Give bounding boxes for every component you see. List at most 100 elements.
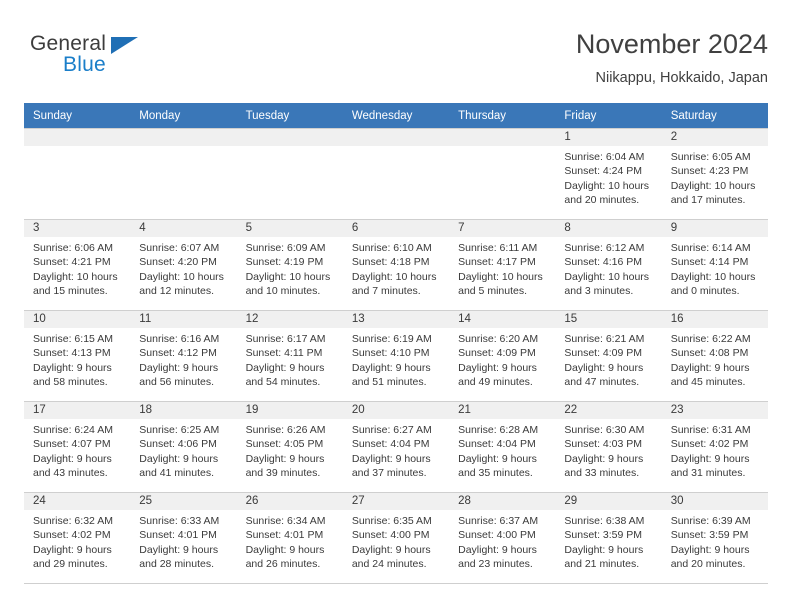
daylight-text: Daylight: 9 hours and 21 minutes. [564, 543, 644, 570]
day-details: Sunrise: 6:27 AM Sunset: 4:04 PM Daylight:… [343, 419, 449, 480]
day-details: Sunrise: 6:16 AM Sunset: 4:12 PM Daylight:… [130, 328, 236, 389]
sunset-text: Sunset: 4:14 PM [670, 256, 749, 269]
sunset-text: Sunset: 4:00 PM [351, 529, 430, 542]
day-number [449, 129, 556, 146]
calendar-day-cell[interactable]: 16 Sunrise: 6:22 AM Sunset: 4:08 PM Dayligh… [661, 310, 768, 402]
calendar-day-cell[interactable]: 24 Sunrise: 6:32 AM Sunset: 4:02 PM Dayligh… [24, 492, 131, 584]
day-number: 18 [130, 402, 237, 419]
day-details: Sunrise: 6:30 AM Sunset: 4:03 PM Daylight:… [555, 419, 661, 480]
calendar-day-cell[interactable]: 26 Sunrise: 6:34 AM Sunset: 4:01 PM Dayligh… [236, 492, 343, 584]
sunset-text: Sunset: 4:19 PM [245, 256, 324, 269]
sunrise-text: Sunrise: 6:10 AM [351, 242, 432, 254]
calendar-day-cell[interactable]: 8 Sunrise: 6:12 AM Sunset: 4:16 PM Daylight… [555, 219, 662, 311]
sunset-text: Sunset: 4:21 PM [33, 256, 111, 269]
sunrise-text: Sunrise: 6:04 AM [564, 151, 645, 163]
calendar-day-cell[interactable]: 10 Sunrise: 6:15 AM Sunset: 4:13 PM Dayligh… [24, 310, 131, 402]
sunset-text: Sunset: 4:01 PM [139, 529, 217, 542]
calendar-day-cell[interactable]: 30 Sunrise: 6:39 AM Sunset: 3:59 PM Dayligh… [661, 492, 768, 584]
calendar-day-cell[interactable]: 7 Sunrise: 6:11 AM Sunset: 4:17 PM Daylight… [449, 219, 556, 311]
title-block: November 2024 Niikappu, Hokkaido, Japan [576, 28, 768, 88]
sunset-text: Sunset: 4:09 PM [458, 347, 536, 360]
day-details: Sunrise: 6:26 AM Sunset: 4:05 PM Daylight:… [237, 419, 343, 480]
calendar-week-row: 10 Sunrise: 6:15 AM Sunset: 4:13 PM Dayligh… [24, 310, 768, 402]
day-details: Sunrise: 6:28 AM Sunset: 4:04 PM Daylight:… [449, 419, 555, 480]
day-details: Sunrise: 6:15 AM Sunset: 4:13 PM Daylight:… [24, 328, 130, 389]
sunrise-text: Sunrise: 6:21 AM [564, 333, 645, 345]
daylight-text: Daylight: 10 hours and 10 minutes. [245, 270, 331, 297]
calendar-page: General Blue November 2024 Niikappu, Hok… [0, 0, 792, 612]
calendar-day-cell[interactable]: 15 Sunrise: 6:21 AM Sunset: 4:09 PM Dayligh… [555, 310, 662, 402]
day-details: Sunrise: 6:37 AM Sunset: 4:00 PM Daylight:… [449, 510, 555, 571]
day-details: Sunrise: 6:35 AM Sunset: 4:00 PM Daylight:… [343, 510, 449, 571]
calendar-cell-empty [24, 128, 131, 220]
calendar-day-cell[interactable]: 17 Sunrise: 6:24 AM Sunset: 4:07 PM Dayligh… [24, 401, 131, 493]
calendar-day-cell[interactable]: 22 Sunrise: 6:30 AM Sunset: 4:03 PM Dayligh… [555, 401, 662, 493]
weekday-header-saturday: Saturday [661, 103, 768, 129]
day-details: Sunrise: 6:04 AM Sunset: 4:24 PM Daylight:… [555, 146, 661, 207]
sunset-text: Sunset: 4:24 PM [564, 165, 643, 178]
calendar-day-cell[interactable]: 3 Sunrise: 6:06 AM Sunset: 4:21 PM Daylight… [24, 219, 131, 311]
daylight-text: Daylight: 9 hours and 29 minutes. [33, 543, 112, 570]
daylight-text: Daylight: 9 hours and 39 minutes. [245, 452, 325, 479]
calendar-day-cell[interactable]: 1 Sunrise: 6:04 AM Sunset: 4:24 PM Daylight… [555, 128, 662, 220]
sunrise-text: Sunrise: 6:31 AM [670, 424, 751, 436]
sunrise-text: Sunrise: 6:28 AM [458, 424, 539, 436]
calendar-day-cell[interactable]: 12 Sunrise: 6:17 AM Sunset: 4:11 PM Dayligh… [236, 310, 343, 402]
day-number: 6 [342, 220, 450, 237]
general-blue-logo[interactable]: General Blue [30, 32, 230, 92]
calendar-day-cell[interactable]: 5 Sunrise: 6:09 AM Sunset: 4:19 PM Daylight… [236, 219, 343, 311]
day-number: 4 [130, 220, 237, 237]
calendar-day-cell[interactable]: 21 Sunrise: 6:28 AM Sunset: 4:04 PM Dayligh… [449, 401, 556, 493]
sunset-text: Sunset: 4:03 PM [564, 438, 643, 451]
day-details: Sunrise: 6:31 AM Sunset: 4:02 PM Daylight:… [662, 419, 768, 480]
calendar-day-cell[interactable]: 29 Sunrise: 6:38 AM Sunset: 3:59 PM Dayligh… [555, 492, 662, 584]
sunrise-text: Sunrise: 6:20 AM [458, 333, 539, 345]
daylight-text: Daylight: 9 hours and 33 minutes. [564, 452, 644, 479]
calendar-week-row: 24 Sunrise: 6:32 AM Sunset: 4:02 PM Dayligh… [24, 492, 768, 584]
calendar-cell-empty [130, 128, 237, 220]
daylight-text: Daylight: 10 hours and 5 minutes. [458, 270, 543, 297]
logo-triangle-icon [111, 37, 138, 54]
daylight-text: Daylight: 9 hours and 45 minutes. [670, 361, 750, 388]
day-details: Sunrise: 6:09 AM Sunset: 4:19 PM Daylight:… [237, 237, 343, 298]
calendar-day-cell[interactable]: 4 Sunrise: 6:07 AM Sunset: 4:20 PM Daylight… [130, 219, 237, 311]
calendar-day-cell[interactable]: 6 Sunrise: 6:10 AM Sunset: 4:18 PM Daylight… [342, 219, 450, 311]
sunset-text: Sunset: 4:20 PM [139, 256, 217, 269]
day-number: 16 [661, 311, 768, 328]
sunrise-text: Sunrise: 6:11 AM [458, 242, 538, 254]
calendar-day-cell[interactable]: 23 Sunrise: 6:31 AM Sunset: 4:02 PM Dayligh… [661, 401, 768, 493]
calendar-day-cell[interactable]: 27 Sunrise: 6:35 AM Sunset: 4:00 PM Dayligh… [342, 492, 450, 584]
calendar-day-cell[interactable]: 2 Sunrise: 6:05 AM Sunset: 4:23 PM Daylight… [661, 128, 768, 220]
day-details: Sunrise: 6:10 AM Sunset: 4:18 PM Daylight:… [343, 237, 449, 298]
calendar-day-cell[interactable]: 25 Sunrise: 6:33 AM Sunset: 4:01 PM Dayligh… [130, 492, 237, 584]
day-number: 24 [24, 493, 131, 510]
day-number: 25 [130, 493, 237, 510]
day-details: Sunrise: 6:32 AM Sunset: 4:02 PM Daylight:… [24, 510, 130, 571]
calendar-day-cell[interactable]: 14 Sunrise: 6:20 AM Sunset: 4:09 PM Dayligh… [449, 310, 556, 402]
day-number: 19 [236, 402, 343, 419]
sunrise-text: Sunrise: 6:16 AM [139, 333, 220, 345]
sunset-text: Sunset: 4:02 PM [33, 529, 111, 542]
daylight-text: Daylight: 9 hours and 24 minutes. [351, 543, 431, 570]
calendar-week-row: 3 Sunrise: 6:06 AM Sunset: 4:21 PM Daylight… [24, 219, 768, 311]
calendar-day-cell[interactable]: 28 Sunrise: 6:37 AM Sunset: 4:00 PM Dayligh… [449, 492, 556, 584]
daylight-text: Daylight: 9 hours and 47 minutes. [564, 361, 644, 388]
daylight-text: Daylight: 9 hours and 41 minutes. [139, 452, 219, 479]
sunset-text: Sunset: 4:11 PM [245, 347, 323, 360]
calendar-day-cell[interactable]: 20 Sunrise: 6:27 AM Sunset: 4:04 PM Dayligh… [342, 401, 450, 493]
day-details: Sunrise: 6:07 AM Sunset: 4:20 PM Daylight:… [130, 237, 236, 298]
sunrise-text: Sunrise: 6:35 AM [351, 515, 432, 527]
calendar-day-cell[interactable]: 11 Sunrise: 6:16 AM Sunset: 4:12 PM Dayligh… [130, 310, 237, 402]
calendar-day-cell[interactable]: 9 Sunrise: 6:14 AM Sunset: 4:14 PM Daylight… [661, 219, 768, 311]
sunrise-text: Sunrise: 6:06 AM [33, 242, 113, 254]
day-number: 3 [24, 220, 131, 237]
sunrise-text: Sunrise: 6:32 AM [33, 515, 113, 527]
daylight-text: Daylight: 10 hours and 7 minutes. [351, 270, 437, 297]
day-details: Sunrise: 6:25 AM Sunset: 4:06 PM Daylight:… [130, 419, 236, 480]
day-details: Sunrise: 6:05 AM Sunset: 4:23 PM Daylight:… [662, 146, 768, 207]
calendar-day-cell[interactable]: 13 Sunrise: 6:19 AM Sunset: 4:10 PM Dayligh… [342, 310, 450, 402]
weekday-header-row: Sunday Monday Tuesday Wednesday Thursday… [24, 103, 768, 129]
calendar-day-cell[interactable]: 18 Sunrise: 6:25 AM Sunset: 4:06 PM Dayligh… [130, 401, 237, 493]
calendar-day-cell[interactable]: 19 Sunrise: 6:26 AM Sunset: 4:05 PM Dayligh… [236, 401, 343, 493]
daylight-text: Daylight: 9 hours and 56 minutes. [139, 361, 219, 388]
